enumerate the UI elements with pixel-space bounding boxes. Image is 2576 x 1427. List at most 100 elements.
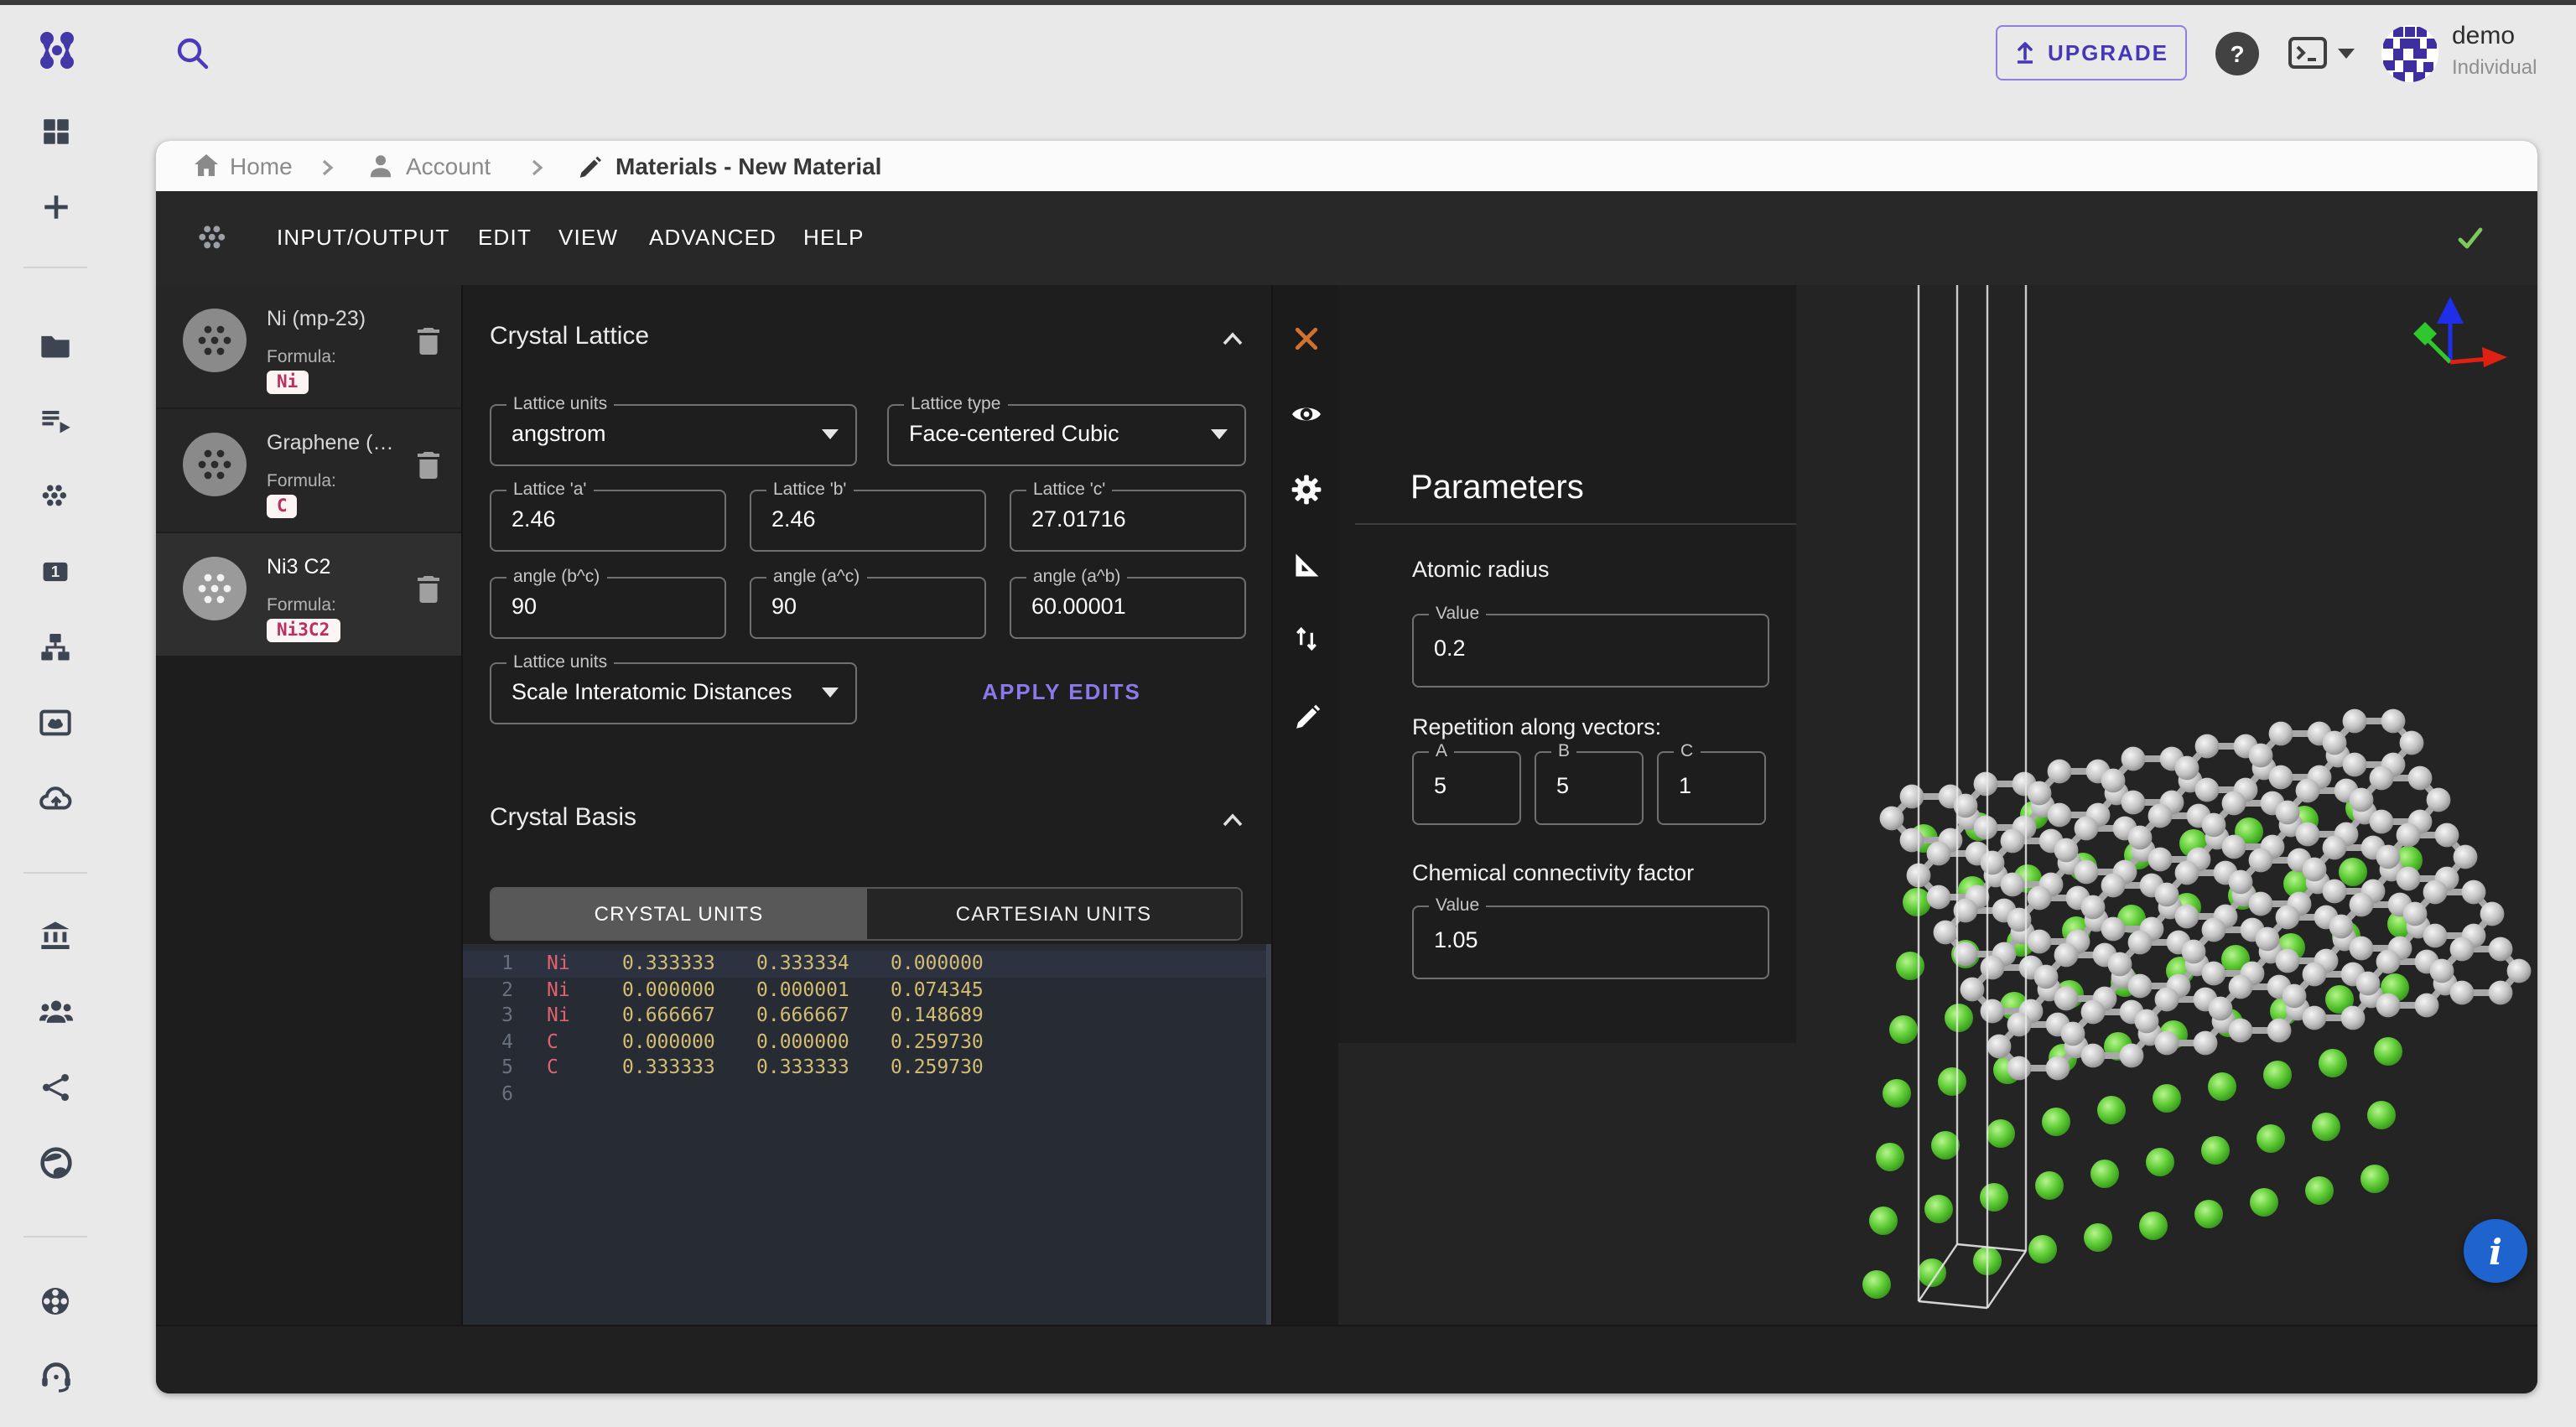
- chevron-up-icon[interactable]: [1221, 807, 1244, 837]
- help-glyph: ?: [2230, 40, 2244, 67]
- editor-menubar: INPUT/OUTPUT EDIT VIEW ADVANCED HELP: [156, 191, 2537, 285]
- trash-icon[interactable]: [416, 327, 441, 364]
- menu-input-output[interactable]: INPUT/OUTPUT: [277, 191, 450, 285]
- list-item-selected[interactable]: Ni3 C2 Formula: Ni3C2: [156, 533, 461, 656]
- axes-gizmo[interactable]: [2393, 288, 2527, 394]
- user-name[interactable]: demo: [2452, 22, 2515, 50]
- info-button[interactable]: i: [2464, 1219, 2527, 1283]
- upgrade-label: UPGRADE: [2048, 40, 2168, 65]
- breadcrumb: Home Account Materials - New Material: [156, 141, 2537, 191]
- atomic-radius-input[interactable]: Value 0.2: [1412, 614, 1769, 688]
- breadcrumb-account[interactable]: Account: [406, 141, 491, 191]
- upgrade-button[interactable]: UPGRADE: [1996, 25, 2187, 80]
- sidebar-item-workflows[interactable]: [37, 629, 74, 666]
- swap-vert-icon[interactable]: [1288, 620, 1325, 657]
- sidebar-item-one-badge[interactable]: 1: [37, 553, 74, 590]
- lattice-type-select[interactable]: Lattice type Face-centered Cubic: [887, 404, 1246, 466]
- check-icon[interactable]: [2457, 226, 2484, 258]
- menu-view[interactable]: VIEW: [558, 191, 618, 285]
- gear-icon[interactable]: [1288, 471, 1325, 508]
- eye-icon[interactable]: [1288, 396, 1325, 433]
- person-icon[interactable]: [367, 153, 394, 188]
- editor-line[interactable]: 3Ni0.6666670.6666670.148689: [463, 1003, 1273, 1029]
- material-formula-label: Formula:: [267, 347, 336, 367]
- help-icon[interactable]: ?: [2215, 32, 2259, 75]
- editor-line[interactable]: 1Ni0.3333330.3333340.000000: [463, 951, 1273, 977]
- set-square-icon[interactable]: [1288, 547, 1325, 584]
- sidebar-item-help-center[interactable]: [37, 1283, 74, 1320]
- material-title: Graphene (…: [267, 431, 411, 454]
- sidebar-item-jobs[interactable]: [37, 402, 74, 439]
- close-icon[interactable]: [1288, 320, 1325, 357]
- atoms-cluster-icon: [195, 220, 231, 265]
- angle-bc-input[interactable]: angle (b^c) 90: [490, 577, 726, 639]
- basis-units-tabs: CRYSTAL UNITS CARTESIAN UNITS: [490, 887, 1243, 941]
- sidebar-item-organization[interactable]: [37, 917, 74, 954]
- editor-line[interactable]: 2Ni0.0000000.0000010.074345: [463, 977, 1273, 1003]
- trash-icon[interactable]: [416, 451, 441, 488]
- editor-line[interactable]: 4C0.0000000.0000000.259730: [463, 1029, 1273, 1055]
- home-icon[interactable]: [193, 153, 220, 188]
- main-card: Home Account Materials - New Material: [156, 141, 2537, 1393]
- angle-ac-input[interactable]: angle (a^c) 90: [750, 577, 986, 639]
- cloud-upload-icon: [38, 781, 73, 816]
- chevron-right-icon: [317, 156, 337, 186]
- sidebar-item-new[interactable]: [37, 188, 74, 225]
- menu-help[interactable]: HELP: [803, 191, 865, 285]
- basis-code-editor[interactable]: 1Ni0.3333330.3333340.0000002Ni0.0000000.…: [463, 944, 1273, 1325]
- sidebar-item-materials[interactable]: [37, 478, 74, 515]
- lattice-b-input[interactable]: Lattice 'b' 2.46: [750, 490, 986, 552]
- trash-icon[interactable]: [416, 575, 441, 612]
- sidebar-item-projects[interactable]: [37, 327, 74, 364]
- apply-edits-button[interactable]: APPLY EDITS: [927, 662, 1196, 721]
- sidebar-item-support[interactable]: [37, 1357, 74, 1393]
- list-item[interactable]: Ni (mp-23) Formula: Ni: [156, 285, 461, 407]
- atomic-radius-label: Atomic radius: [1412, 557, 1550, 582]
- material-avatar: [183, 309, 247, 381]
- menu-edit[interactable]: EDIT: [478, 191, 532, 285]
- pencil-icon: [575, 153, 602, 188]
- list-item[interactable]: Graphene (… Formula: C: [156, 409, 461, 532]
- share-icon: [39, 1071, 71, 1103]
- field-value: 2.46: [771, 491, 816, 547]
- editor-line[interactable]: 6: [463, 1081, 1273, 1107]
- search-icon[interactable]: [174, 35, 211, 80]
- one-badge-icon: 1: [39, 555, 72, 589]
- section-title: Crystal Lattice: [490, 322, 649, 350]
- chevron-down-icon[interactable]: [2338, 49, 2355, 59]
- terminal-icon[interactable]: [2288, 35, 2331, 80]
- field-value: 5: [1434, 753, 1446, 820]
- angle-ab-input[interactable]: angle (a^b) 60.00001: [1010, 577, 1246, 639]
- section-title: Crystal Basis: [490, 803, 636, 832]
- breadcrumb-home[interactable]: Home: [230, 141, 293, 191]
- editor-line[interactable]: 5C0.3333330.3333330.259730: [463, 1055, 1273, 1081]
- chevron-down-icon: [822, 688, 839, 698]
- sidebar-item-images[interactable]: [37, 704, 74, 741]
- logo-icon[interactable]: [34, 27, 80, 82]
- sidebar-item-explore[interactable]: [37, 1144, 74, 1181]
- lattice-units-select[interactable]: Lattice units angstrom: [490, 404, 857, 466]
- material-formula-chip: C: [267, 495, 298, 518]
- lattice-c-input[interactable]: Lattice 'c' 27.01716: [1010, 490, 1246, 552]
- sidebar-item-uploads[interactable]: [37, 780, 74, 817]
- repetition-b-input[interactable]: B 5: [1535, 751, 1644, 825]
- sidebar-item-share[interactable]: [37, 1068, 74, 1105]
- sidebar-item-team[interactable]: [37, 993, 74, 1030]
- repetition-c-input[interactable]: C 1: [1657, 751, 1766, 825]
- chevron-up-icon[interactable]: [1221, 325, 1244, 355]
- card-footer: [156, 1325, 2537, 1393]
- avatar[interactable]: [2380, 23, 2440, 92]
- menu-advanced[interactable]: ADVANCED: [649, 191, 776, 285]
- wheel-icon: [39, 1284, 72, 1318]
- chemical-connectivity-input[interactable]: Value 1.05: [1412, 905, 1769, 979]
- info-glyph: i: [2489, 1230, 2502, 1272]
- tab-crystal-units[interactable]: CRYSTAL UNITS: [491, 889, 866, 939]
- pencil-icon[interactable]: [1288, 698, 1325, 734]
- sidebar-item-dashboard[interactable]: [37, 112, 74, 149]
- lattice-units-scale-select[interactable]: Lattice units Scale Interatomic Distance…: [490, 662, 857, 724]
- viewer-toolbar: [1273, 285, 1338, 1325]
- lattice-a-input[interactable]: Lattice 'a' 2.46: [490, 490, 726, 552]
- tab-cartesian-units[interactable]: CARTESIAN UNITS: [866, 889, 1241, 939]
- repetition-a-input[interactable]: A 5: [1412, 751, 1521, 825]
- sidebar-divider: [23, 872, 87, 874]
